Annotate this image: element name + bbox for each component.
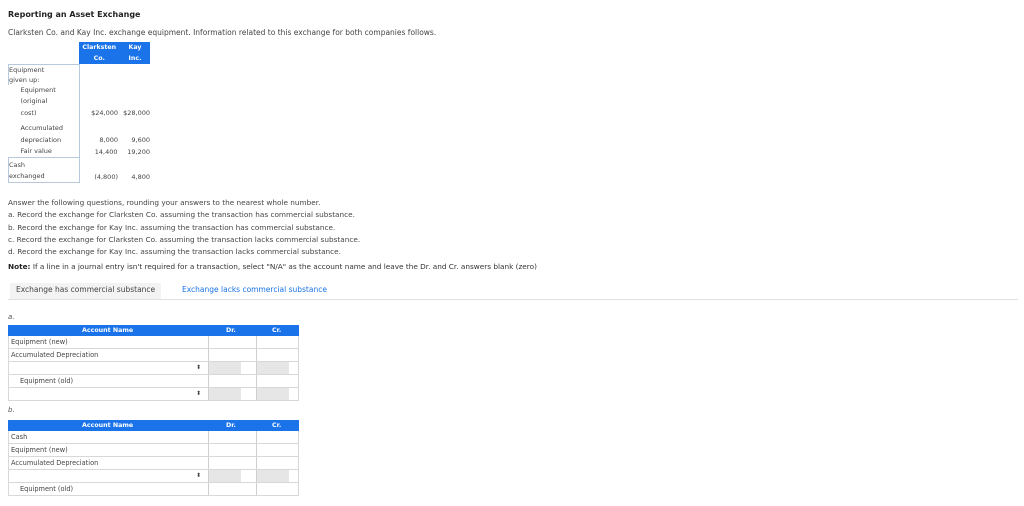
value-kay-accum: 9,600	[131, 136, 150, 144]
je-b-row-3: Accumulated Depreciation	[8, 457, 299, 470]
je-b-border-right	[298, 431, 299, 495]
je-a-dr-3[interactable]	[208, 362, 241, 374]
je-b-header: Account Name Dr. Cr.	[8, 420, 299, 431]
question-b: b. Record the exchange for Kay Inc. assu…	[8, 222, 336, 232]
col-header-clarksten: Clarksten Co.	[79, 42, 120, 64]
je-a-cr-2[interactable]	[256, 349, 289, 361]
value-kay-fv: 19,200	[127, 147, 150, 156]
intro-text: Clarksten Co. and Kay Inc. exchange equi…	[8, 28, 437, 37]
je-b-row-2: Equipment (new)	[8, 444, 299, 457]
je-a-cr-1[interactable]	[256, 336, 289, 348]
je-a-account-2[interactable]: Accumulated Depreciation	[11, 351, 98, 359]
je-a-row-3: ⬍	[8, 362, 299, 375]
je-a-dr-4[interactable]	[208, 375, 241, 387]
question-d: d. Record the exchange for Kay Inc. assu…	[8, 247, 341, 257]
je-a-row-2: Accumulated Depreciation	[8, 349, 299, 362]
journal-entry-b: Account Name Dr. Cr. Cash Equipment (new…	[8, 420, 299, 498]
je-b-cr-4[interactable]	[256, 470, 289, 482]
je-b-account-3[interactable]: Accumulated Depreciation	[11, 459, 98, 467]
je-b-dr-5[interactable]	[208, 483, 241, 495]
je-b-dr-2[interactable]	[208, 444, 241, 456]
row-label-fair-value: Fair value	[8, 146, 80, 158]
question-a: a. Record the exchange for Clarksten Co.…	[8, 210, 355, 220]
group-label: Equipment given up:	[8, 63, 80, 85]
je-a-border-left	[8, 336, 9, 400]
question-lead: Answer the following questions, rounding…	[8, 198, 321, 207]
je-a-account-4[interactable]: Equipment (old)	[20, 377, 73, 385]
tab-bar: Exchange has commercial substance Exchan…	[8, 281, 1018, 300]
row-label-cash: Cash exchanged	[8, 157, 80, 183]
row-label-equipment-cost: Equipment (original cost)	[8, 84, 80, 119]
je-a-cr-3[interactable]	[256, 362, 289, 374]
col-header-kay: Kay Inc.	[120, 42, 150, 64]
je-b-cr-5[interactable]	[256, 483, 289, 495]
questions-block: Answer the following questions, rounding…	[8, 197, 360, 258]
part-a-label: a.	[8, 313, 15, 321]
page-title: Reporting an Asset Exchange	[8, 10, 141, 19]
je-a-dr-5[interactable]	[208, 388, 241, 400]
je-b-account-2[interactable]: Equipment (new)	[11, 446, 68, 454]
je-a-dr-1[interactable]	[208, 336, 241, 348]
je-b-dr-1[interactable]	[208, 431, 241, 443]
je-a-account-1[interactable]: Equipment (new)	[11, 338, 68, 346]
je-b-dr-3[interactable]	[208, 457, 241, 469]
exchange-info-table: Clarksten Co. Kay Inc. Equipment given up…	[8, 42, 151, 183]
je-a-cr-4[interactable]	[256, 375, 289, 387]
note-text: Note: If a line in a journal entry isn't…	[8, 262, 537, 271]
part-b-label: b.	[8, 406, 15, 414]
value-kay-cash: 4,800	[131, 172, 150, 181]
je-b-cr-3[interactable]	[256, 457, 289, 469]
value-clarksten-accum: 8,000	[99, 136, 118, 144]
value-clarksten-cash: (4,800)	[94, 172, 118, 181]
question-c: c. Record the exchange for Clarksten Co.…	[8, 234, 361, 244]
je-b-row-4: ⬍	[8, 470, 299, 483]
je-a-header: Account Name Dr. Cr.	[8, 325, 299, 336]
je-a-dr-2[interactable]	[208, 349, 241, 361]
value-kay-cost: $28,000	[123, 109, 150, 117]
je-a-row-4: Equipment (old)	[8, 375, 299, 388]
row-label-accum-dep: Accumulated depreciation	[8, 119, 80, 146]
je-b-border-left	[8, 431, 9, 495]
je-a-cr-5[interactable]	[256, 388, 289, 400]
je-b-row-1: Cash	[8, 431, 299, 444]
je-a-row-1: Equipment (new)	[8, 336, 299, 349]
je-b-cr-1[interactable]	[256, 431, 289, 443]
je-b-cr-2[interactable]	[256, 444, 289, 456]
je-a-row-5: ⬍	[8, 388, 299, 401]
value-clarksten-cost: $24,000	[91, 109, 118, 117]
je-a-select-icon-5[interactable]: ⬍	[196, 390, 201, 397]
je-a-border-right	[298, 336, 299, 400]
value-clarksten-fv: 14,400	[94, 147, 118, 156]
je-b-account-5[interactable]: Equipment (old)	[20, 485, 73, 493]
tab-commercial-substance[interactable]: Exchange has commercial substance	[10, 283, 162, 299]
je-a-select-icon-3[interactable]: ⬍	[196, 364, 201, 371]
je-b-row-5: Equipment (old)	[8, 483, 299, 496]
je-b-account-1[interactable]: Cash	[11, 433, 27, 441]
tab-lacks-commercial-substance[interactable]: Exchange lacks commercial substance	[176, 283, 333, 299]
je-b-select-icon-4[interactable]: ⬍	[196, 472, 201, 479]
je-b-dr-4[interactable]	[208, 470, 241, 482]
journal-entry-a: Account Name Dr. Cr. Equipment (new) Acc…	[8, 325, 299, 401]
